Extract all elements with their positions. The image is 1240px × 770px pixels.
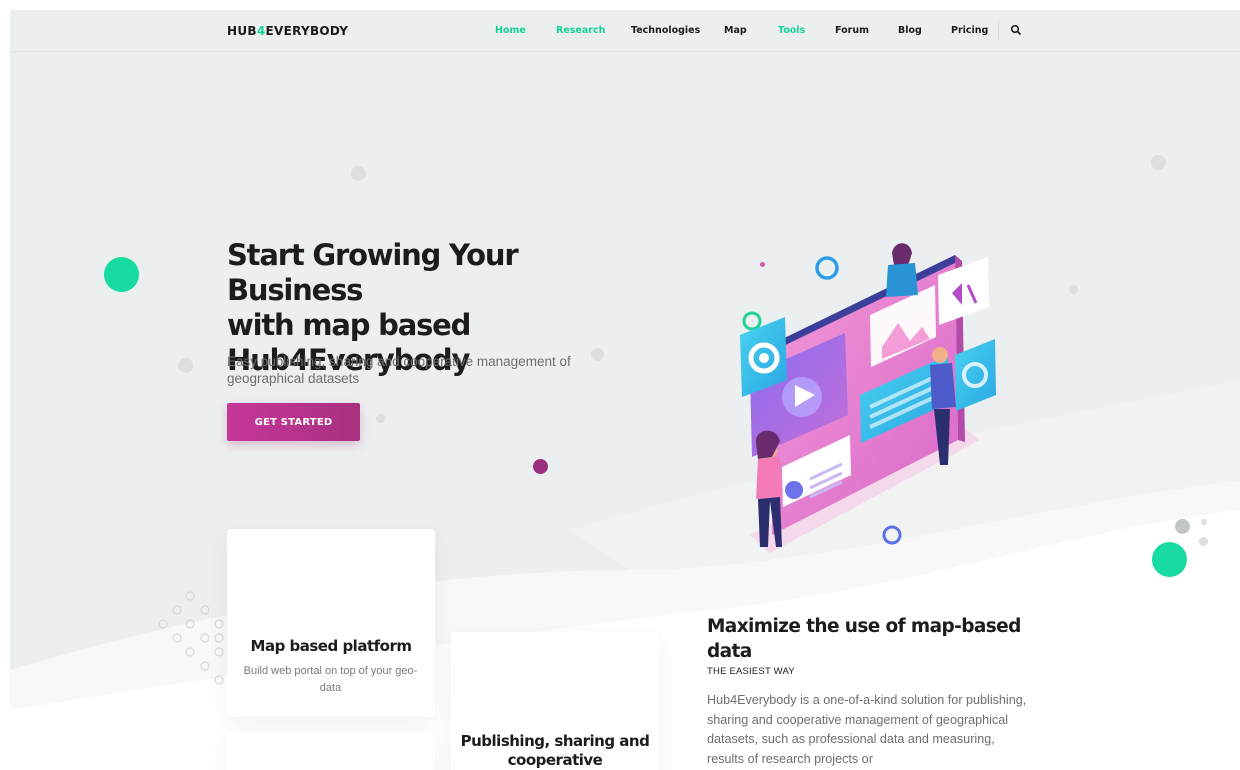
card-title: Publishing, sharing and cooperative <box>460 732 650 769</box>
decor-dot <box>376 414 385 423</box>
logo-suffix: EVERYBODY <box>265 24 349 38</box>
hero-subtitle: Easy publishing, sharing and cooperative… <box>227 354 571 386</box>
feature-card[interactable] <box>227 732 435 770</box>
card-title: Map based platform <box>250 637 412 655</box>
feature-card-publishing[interactable]: Publishing, sharing and cooperative <box>451 632 659 770</box>
decor-dot <box>1199 537 1208 546</box>
nav-item-home[interactable]: Home <box>495 25 526 36</box>
section-kicker: THE EASIEST WAY <box>707 666 795 677</box>
decor-dot <box>104 257 139 292</box>
decor-dot <box>1069 285 1078 294</box>
nav-item-technologies[interactable]: Technologies <box>631 25 700 36</box>
decor-dot <box>1152 542 1187 577</box>
nav-item-blog[interactable]: Blog <box>898 25 922 36</box>
nav-item-tools[interactable]: Tools <box>778 25 805 36</box>
section-title: Maximize the use of map-based data <box>707 616 1021 662</box>
decor-dot <box>351 166 366 181</box>
section-body: Hub4Everybody is a one-of-a-kind solutio… <box>707 693 1027 766</box>
nav-item-map[interactable]: Map <box>724 25 747 36</box>
decor-dot <box>533 459 548 474</box>
search-icon[interactable] <box>1010 24 1022 36</box>
nav-item-research[interactable]: Research <box>556 25 605 36</box>
card-text: Build web portal on top of your geo-data <box>243 665 418 694</box>
decor-dot <box>178 358 193 373</box>
hero-illustration <box>740 243 996 553</box>
get-started-button[interactable]: GET STARTED <box>227 403 360 441</box>
nav-item-forum[interactable]: Forum <box>835 25 869 36</box>
decor-dot <box>1201 519 1207 525</box>
decor-dot <box>1175 519 1190 534</box>
logo-prefix: HUB <box>227 24 257 38</box>
nav-divider <box>998 21 999 39</box>
page: HUB4EVERYBODY Home Research Technologies… <box>10 10 1240 770</box>
decor-dot <box>1151 155 1166 170</box>
nav-item-pricing[interactable]: Pricing <box>951 25 988 36</box>
feature-card-map-platform[interactable]: Map based platform Build web portal on t… <box>227 529 435 717</box>
logo-highlight: 4 <box>256 24 266 38</box>
dot-pattern <box>158 591 224 685</box>
logo[interactable]: HUB4EVERYBODY <box>227 24 348 38</box>
top-navbar: HUB4EVERYBODY Home Research Technologies… <box>10 10 1240 52</box>
